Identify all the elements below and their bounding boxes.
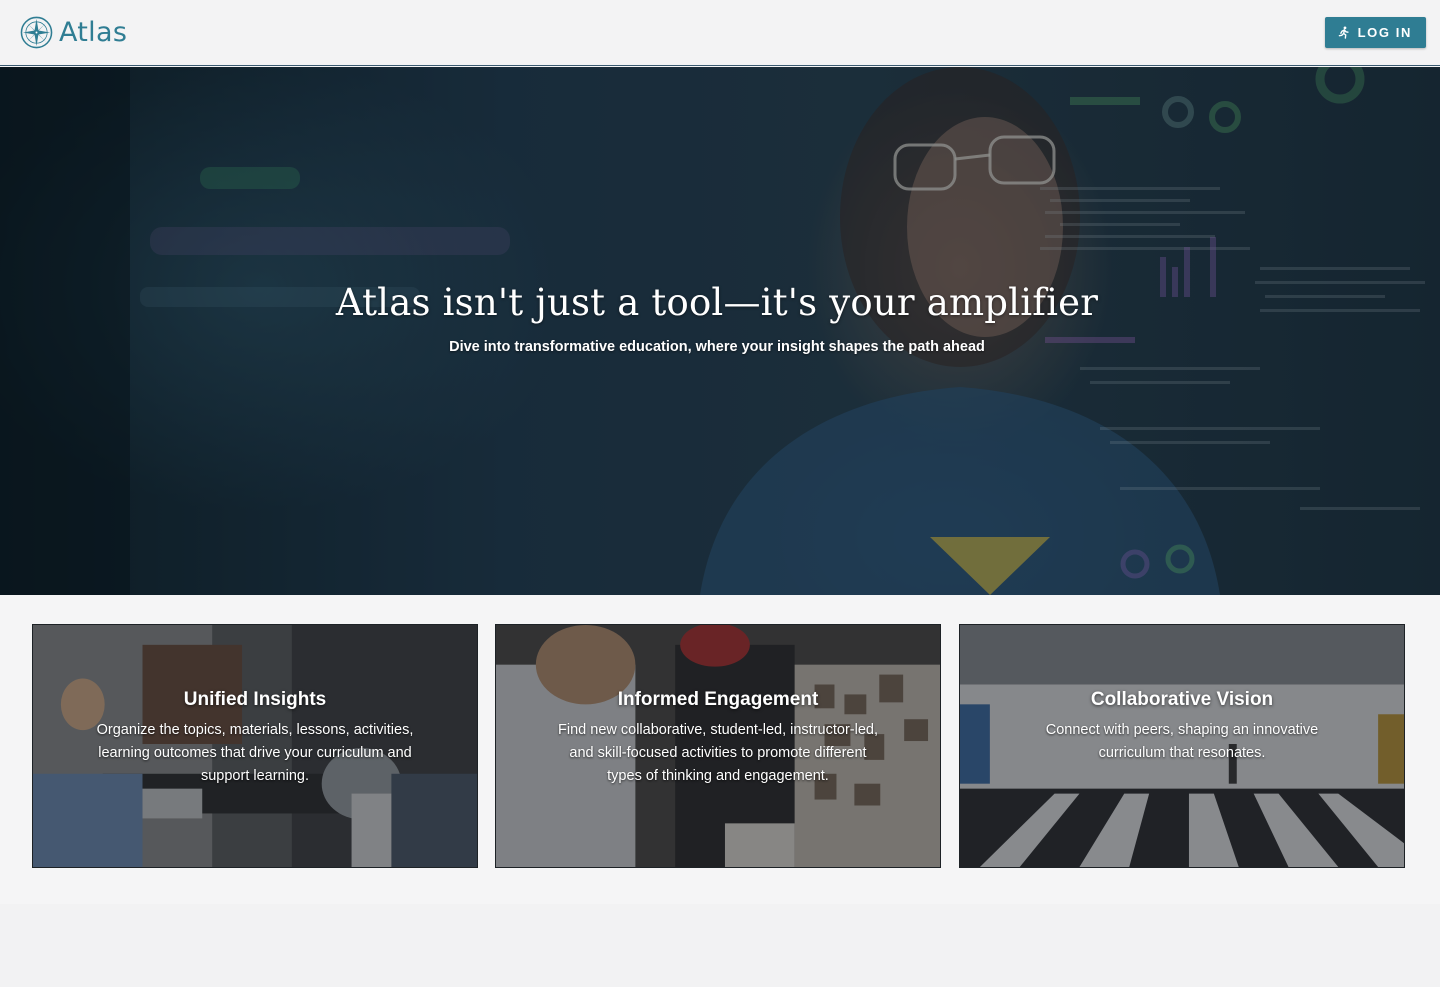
compass-rose-icon <box>20 16 53 49</box>
card-title: Collaborative Vision <box>1090 689 1274 710</box>
login-button[interactable]: LOG IN <box>1324 17 1426 48</box>
login-button-label: LOG IN <box>1357 25 1412 40</box>
brand-logo-link[interactable]: Atlas <box>20 16 127 49</box>
hero-title: Atlas isn't just a tool—it's your amplif… <box>335 281 1099 324</box>
hero-overlay <box>0 67 1440 595</box>
card-description: Connect with peers, shaping an innovativ… <box>1045 722 1319 761</box>
feature-card-informed-engagement[interactable]: Informed Engagement Find new collaborati… <box>495 624 941 868</box>
feature-card-unified-insights[interactable]: Unified Insights Organize the topics, ma… <box>32 624 478 868</box>
brand-name: Atlas <box>59 17 128 48</box>
card-description: Find new collaborative, student-led, ins… <box>558 722 878 784</box>
feature-card-collaborative-vision[interactable]: Collaborative Vision Connect with peers,… <box>959 624 1405 868</box>
running-person-icon <box>1337 26 1350 39</box>
card-description: Organize the topics, materials, lessons,… <box>96 722 414 784</box>
footer-area <box>0 904 1440 987</box>
hero-banner: Atlas isn't just a tool—it's your amplif… <box>0 67 1440 595</box>
card-title: Unified Insights <box>183 689 327 710</box>
card-title: Informed Engagement <box>617 689 819 710</box>
hero-subtitle: Dive into transformative education, wher… <box>449 339 985 355</box>
top-nav-bar: Atlas LOG IN <box>0 0 1440 66</box>
